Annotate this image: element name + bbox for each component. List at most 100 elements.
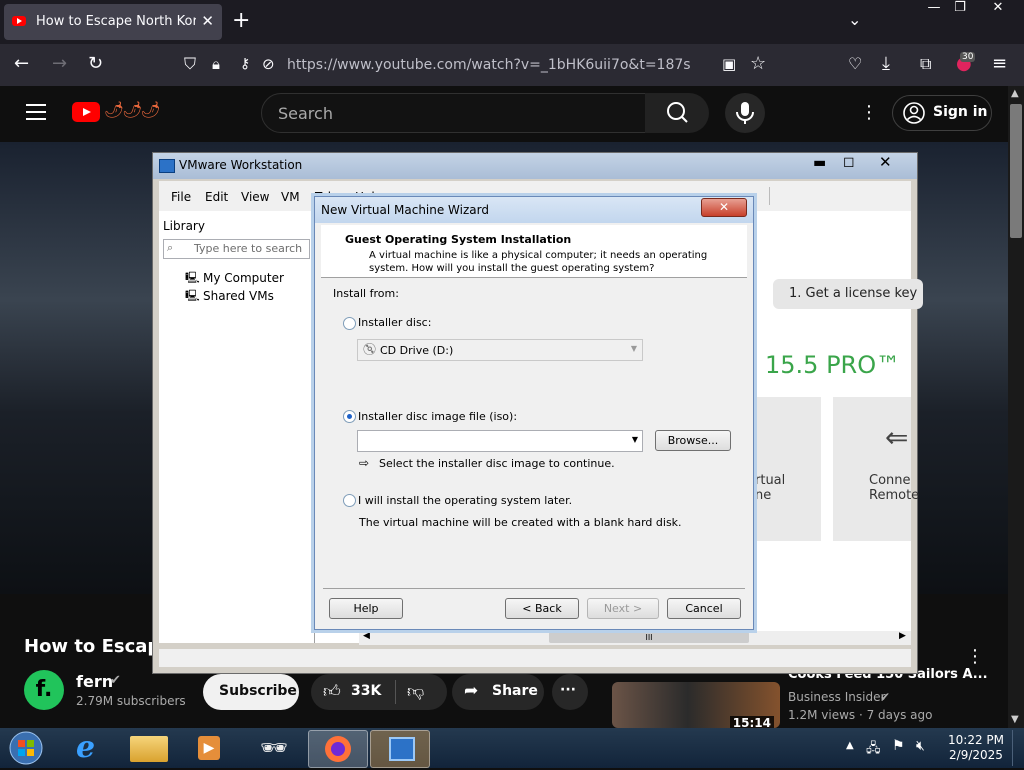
bookmark-star-icon[interactable]: ☆ [750,54,766,74]
forward-arrow-icon[interactable]: → [52,54,67,74]
tracking-protection-icon[interactable]: ⊘ [262,54,275,74]
window-close-button[interactable]: ✕ [976,0,1020,18]
app-menu-icon[interactable]: ≡ [992,54,1007,74]
related-more-icon[interactable]: ⋮ [966,646,984,667]
wizard-close-button[interactable]: ✕ [701,198,747,217]
wizard-title-bar[interactable]: New Virtual Machine Wizard [315,197,753,223]
internet-explorer-taskbar-button[interactable]: e [62,730,120,766]
vmware-close-button[interactable]: ✕ [879,153,892,171]
firefox-icon [325,736,351,762]
network-icon[interactable]: 🖧︎ [866,739,881,761]
iso-dropdown-arrow-icon[interactable]: ▼ [632,435,638,444]
vmware-title-bar[interactable]: VMware Workstation ▬ ◻ ✕ [153,153,917,179]
hamburger-menu-icon[interactable] [26,104,46,120]
menu-view[interactable]: View [241,190,269,204]
create-vm-tile[interactable]: rtual ne [755,397,821,541]
menu-edit[interactable]: Edit [205,190,228,204]
list-tabs-chevron-icon[interactable]: ⌄ [848,10,861,29]
incognito-taskbar-button[interactable]: 🕶︎ [244,730,302,766]
shield-icon[interactable]: ⛉ [184,54,196,74]
install-later-label[interactable]: I will install the operating system late… [358,494,572,507]
more-actions-button[interactable]: ··· [552,674,588,710]
thumbs-up-icon[interactable]: 👍︎ [323,681,341,702]
related-video-channel[interactable]: Business Insider [788,690,885,704]
reload-icon[interactable]: ↻ [88,54,103,74]
installer-disc-label[interactable]: Installer disc: [358,316,431,329]
voice-search-button[interactable] [725,93,765,133]
iso-path-input[interactable]: ▼ [357,430,643,452]
show-desktop-button[interactable] [1012,730,1023,766]
show-hidden-icons-icon[interactable]: ▲ [846,740,854,751]
scroll-up-arrow-icon[interactable]: ▲ [1011,88,1019,99]
help-button[interactable]: Help [329,598,403,619]
taskbar-clock[interactable]: 10:22 PM 2/9/2025 [946,733,1006,763]
back-arrow-icon[interactable]: ← [14,54,29,74]
wizard-heading: Guest Operating System Installation [345,233,572,246]
action-center-flag-icon[interactable]: ⚑ [892,738,905,754]
wizard-footer-divider [323,588,745,589]
picture-in-picture-icon[interactable]: ▣ [722,54,736,74]
scroll-down-arrow-icon[interactable]: ▼ [1011,714,1019,725]
firefox-taskbar-button[interactable] [308,730,368,768]
next-button[interactable]: Next > [587,598,659,619]
vmware-maximize-button[interactable]: ◻ [843,154,855,170]
related-video-thumbnail[interactable]: 15:14 [612,682,780,730]
get-license-key-button[interactable]: 1. Get a license key [773,279,923,309]
volume-muted-icon[interactable]: 🔇︎ [916,738,925,754]
page-scrollbar-thumb[interactable] [1010,104,1022,238]
hscroll-thumb[interactable]: III [549,632,749,643]
library-item-shared-vms[interactable]: Shared VMs [203,289,274,303]
pocket-icon[interactable]: ♡ [848,54,862,74]
browse-button[interactable]: Browse... [655,430,731,451]
installer-iso-radio[interactable] [343,410,356,423]
sign-in-button[interactable]: Sign in [892,95,992,131]
disc-dropdown-arrow-icon: ▼ [630,344,637,353]
disc-drive-select[interactable]: 💿︎ CD Drive (D:) ▼ [357,339,643,361]
file-explorer-taskbar-button[interactable] [120,730,178,766]
hscroll-left-arrow-icon[interactable]: ◀ [363,631,370,641]
permissions-key-icon[interactable]: ⚷ [240,54,250,74]
url-bar[interactable]: https://www.youtube.com/watch?v=_1bHK6ui… [287,57,691,73]
search-input[interactable]: Search [261,93,647,133]
new-tab-button[interactable]: + [232,8,250,33]
folder-icon [130,736,168,762]
youtube-logo[interactable] [72,102,100,122]
tab-close-icon[interactable]: ✕ [201,12,214,30]
lock-icon[interactable]: 🔒︎ [212,54,220,74]
media-player-taskbar-button[interactable]: ▶ [180,730,238,766]
browser-tab[interactable]: How to Escape North Korea - Yo ✕ [4,4,222,40]
extensions-icon[interactable]: ⧉ [920,54,931,74]
installer-disc-radio[interactable] [343,317,356,330]
downloads-icon[interactable]: ⤓ [882,54,890,74]
back-button[interactable]: < Back [505,598,579,619]
vmware-horizontal-scrollbar[interactable]: ◀ III ▶ [359,631,911,645]
search-button[interactable] [645,93,709,133]
start-button[interactable] [4,730,48,766]
vmware-version-label: 15.5 PRO™ [765,351,901,379]
windows-logo-icon [9,731,43,765]
share-button[interactable]: ➦ Share [452,674,544,710]
youtube-doodle-icon: 🌶🌶🌶 [104,100,161,119]
hscroll-right-arrow-icon[interactable]: ▶ [899,631,906,641]
library-heading: Library [163,219,205,233]
like-count[interactable]: 33K [351,683,381,699]
window-restore-button[interactable]: ❐ [942,0,978,18]
subscribe-button[interactable]: Subscribe [203,674,299,710]
vmware-status-bar [159,649,911,667]
installer-iso-label[interactable]: Installer disc image file (iso): [358,410,517,423]
menu-vm[interactable]: VM [281,190,300,204]
library-search-input[interactable]: ⌕ Type here to search [163,239,310,259]
channel-name[interactable]: fern [76,672,113,691]
cancel-button[interactable]: Cancel [667,598,741,619]
vmware-minimize-button[interactable]: ▬ [813,155,826,171]
vmware-taskbar-button[interactable] [370,730,430,768]
vmware-title: VMware Workstation [179,158,303,172]
menu-file[interactable]: File [171,190,191,204]
computer-icon: 🖳︎ [185,271,200,284]
library-item-my-computer[interactable]: My Computer [203,271,284,285]
more-options-icon[interactable]: ⋮ [860,102,878,123]
install-later-radio[interactable] [343,494,356,507]
channel-avatar[interactable]: f. [24,670,64,710]
thumbs-down-icon[interactable]: 👎︎ [407,681,424,702]
connect-remote-tile[interactable]: ⇐ Conne Remote [833,397,919,541]
